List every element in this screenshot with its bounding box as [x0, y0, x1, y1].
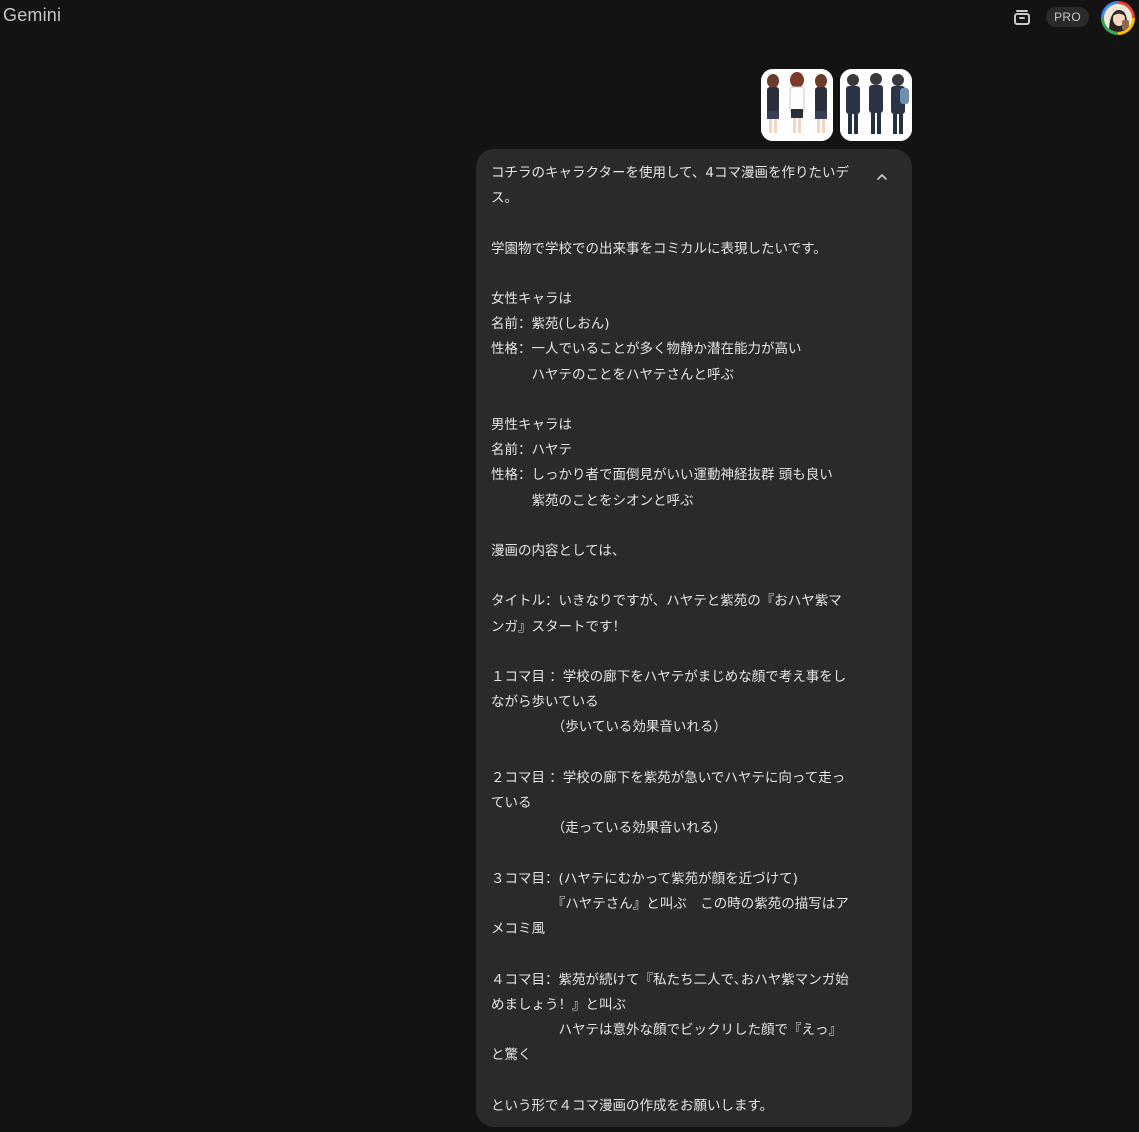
- top-actions: PRO: [1010, 0, 1135, 35]
- gemini-app: Gemini PRO コチラのキャラクターを使用して、4コマ漫画を作りたいデス。…: [0, 0, 1139, 1132]
- female-characters-illustration: [761, 69, 833, 141]
- attachment-thumbnails: [761, 69, 912, 141]
- user-message-bubble: コチラのキャラクターを使用して、4コマ漫画を作りたいデス。 学園物で学校での出来…: [476, 149, 912, 1127]
- top-bar: Gemini PRO: [0, 0, 1139, 35]
- clear-history-icon[interactable]: [1010, 5, 1034, 29]
- image-thumbnail-male-character[interactable]: [840, 69, 912, 141]
- male-characters-illustration: [840, 69, 912, 141]
- avatar-image: [1104, 3, 1132, 32]
- image-thumbnail-female-character[interactable]: [761, 69, 833, 141]
- chevron-up-icon: [877, 174, 887, 180]
- clear-history-icon-graphic: [1014, 10, 1031, 25]
- user-avatar[interactable]: [1101, 0, 1135, 35]
- user-message-text: コチラのキャラクターを使用して、4コマ漫画を作りたいデス。 学園物で学校での出来…: [491, 165, 849, 1114]
- collapse-message-button[interactable]: [870, 165, 894, 189]
- pro-badge: PRO: [1046, 7, 1089, 27]
- app-title[interactable]: Gemini: [3, 5, 61, 26]
- avatar-illustration: [1104, 3, 1132, 32]
